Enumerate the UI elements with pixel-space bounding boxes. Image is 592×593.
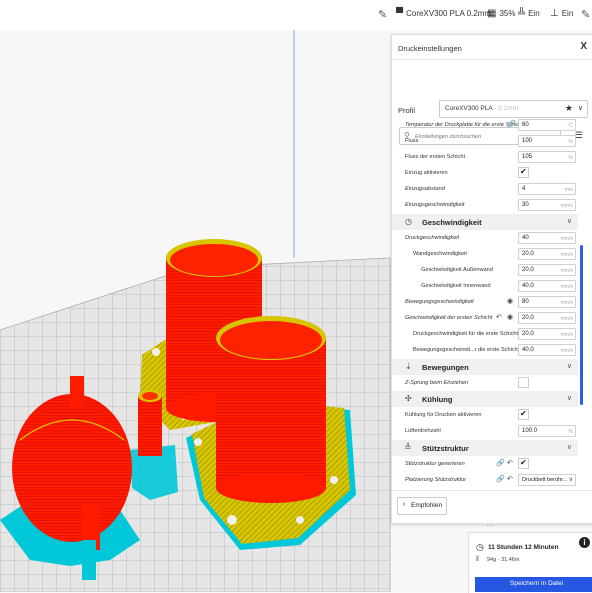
setting-row-print-speed: Druckgeschwindigkeit 40 mm/s (392, 232, 578, 246)
setting-row-wall-speed: Wandgeschwindigkeit 20.0 mm/s (392, 248, 578, 262)
favorite-star-icon[interactable]: ★ (565, 103, 573, 114)
travel-speed-input[interactable]: 80 mm/s (518, 296, 576, 308)
setting-row-travel-speed: Bewegungsgeschwindigkeit ◉ 80 mm/s (392, 296, 578, 310)
infill-icon: ▦ (487, 8, 497, 19)
support-indicator[interactable]: ╩ Ein (518, 8, 540, 19)
chevron-down-icon: ∨ (566, 363, 572, 370)
settings-scrollbar[interactable] (580, 245, 583, 405)
divider (392, 59, 592, 60)
panel-title: Druckeinstellungen (398, 44, 462, 53)
chevron-down-icon: ∨ (566, 444, 572, 451)
setting-row-inner-wall-speed: Geschwindigkeit Innenwand 40.0 mm/s (392, 280, 578, 294)
support-icon: ╩ (518, 8, 526, 19)
wall-speed-input[interactable]: 20.0 mm/s (518, 248, 576, 260)
edit-pencil-icon[interactable]: ✎ (378, 8, 387, 21)
egg-body (12, 394, 132, 542)
print-time: 11 Stunden 12 Minuten (488, 544, 559, 551)
setting-row-first-layer-print-speed: Druckgeschwindigkeit für die erste Schic… (392, 328, 578, 342)
adhesion-icon: ⊥ (550, 8, 559, 19)
setting-row-cooling-enable: Kühlung für Drucken aktivieren (392, 409, 578, 423)
category-support[interactable]: ╩ Stützstruktur ∨ (392, 440, 578, 456)
handle-piece (138, 396, 162, 456)
reset-icon[interactable]: ↶ (507, 459, 513, 467)
setting-row-retraction-enable: Einzug aktivieren (392, 167, 578, 181)
profile-suffix: - 0.2mm (494, 105, 518, 112)
first-layer-print-speed-input[interactable]: 20.0 mm/s (518, 328, 576, 340)
edit-pencil-icon-2[interactable]: ✎ (581, 8, 590, 21)
chevron-down-icon[interactable]: ∨ (578, 104, 583, 112)
setting-row-first-layer-speed: Geschwindigkeit der ersten Schicht ↶ ◉ 2… (392, 312, 578, 326)
speed-gauge-icon: ◷ (405, 217, 412, 226)
category-speed[interactable]: ◷ Geschwindigkeit ∨ (392, 214, 578, 230)
retraction-speed-input[interactable]: 30 mm/s (518, 199, 576, 211)
info-icon[interactable]: i (579, 537, 590, 548)
chevron-down-icon: ∨ (566, 218, 572, 225)
link-icon[interactable]: 🔗 (496, 475, 505, 483)
recommended-button[interactable]: ‹ Empfohlen (397, 497, 447, 515)
fan-icon: ✣ (405, 394, 412, 403)
z-hop-checkbox[interactable] (518, 377, 529, 388)
chevron-down-icon: ∨ (568, 477, 573, 483)
material-usage: 94g · 31.46m (487, 557, 520, 563)
clock-icon: ◷ (476, 542, 484, 552)
printer-selector[interactable]: ▀ CoreXV300 PLA 0.2mm (396, 8, 491, 19)
profile-dropdown[interactable]: CoreXV300 PLA - 0.2mm ★ ∨ (439, 100, 588, 118)
setting-row-fan-speed: Lüfterdrehzahl 100.0% (392, 425, 578, 439)
flow-input[interactable]: 100% (518, 135, 576, 147)
profile-label: Profil (398, 106, 416, 115)
infill-indicator[interactable]: ▦ 35% (487, 8, 515, 19)
fan-speed-input[interactable]: 100.0% (518, 425, 576, 437)
reset-icon[interactable]: ↶ (496, 313, 502, 321)
filament-icon: ‖ (476, 556, 479, 563)
printer-icon: ▀ (396, 8, 404, 19)
reset-icon[interactable]: ↶ (507, 475, 513, 483)
resize-grip-icon[interactable]: ⋯ (486, 521, 494, 530)
close-icon[interactable]: X (580, 41, 587, 52)
support-generate-checkbox[interactable] (518, 458, 529, 469)
printer-name: CoreXV300 PLA 0.2mm (406, 9, 492, 18)
flow-first-layer-input[interactable]: 105% (518, 151, 576, 163)
category-travel[interactable]: ⇣ Bewegungen ∨ (392, 359, 578, 375)
setting-row-support-placement: Platzierung Stützstruktur 🔗 ↶ Druckbett … (392, 474, 578, 488)
travel-icon: ⇣ (405, 362, 412, 371)
outer-wall-speed-input[interactable]: 20.0 mm/s (518, 264, 576, 276)
link-icon[interactable]: 🔗 (507, 120, 516, 128)
setting-row-flow: Fluss 100% (392, 135, 578, 149)
print-speed-input[interactable]: 40 mm/s (518, 232, 576, 244)
divider (392, 490, 592, 491)
info-icon[interactable]: ◉ (507, 297, 513, 305)
retraction-checkbox[interactable] (518, 167, 529, 178)
save-to-file-button[interactable]: Speichern in Datei (475, 577, 592, 592)
setting-row-z-hop: Z-Sprung beim Einziehen (392, 377, 578, 391)
inner-wall-speed-input[interactable]: 40.0 mm/s (518, 280, 576, 292)
retraction-distance-input[interactable]: 4 mm (518, 183, 576, 195)
first-layer-travel-speed-input[interactable]: 40.0 mm/s (518, 344, 576, 356)
adhesion-indicator[interactable]: ⊥ Ein (550, 8, 573, 19)
chevron-down-icon: ∨ (566, 395, 572, 402)
profile-name: CoreXV300 PLA (445, 105, 493, 112)
egg-spout (70, 376, 84, 408)
chevron-left-icon: ‹ (403, 501, 406, 508)
right-cup-body (216, 338, 326, 488)
setting-row-support-generate: Stützstruktur generieren 🔗 ↶ (392, 458, 578, 472)
setting-row-retraction-speed: Einzugsgeschwindigkeit 30 mm/s (392, 199, 578, 213)
info-icon[interactable]: ◉ (507, 313, 513, 321)
bed-temp-input[interactable]: 60 °C (518, 119, 576, 131)
first-layer-speed-input[interactable]: 20.0 mm/s (518, 312, 576, 324)
setting-row-first-layer-travel-speed: Bewegungsgeschwindi...r die erste Schich… (392, 344, 578, 358)
top-toolbar: ✎ ▀ CoreXV300 PLA 0.2mm ▦ 35% ╩ Ein ⊥ Ei… (0, 0, 592, 31)
category-cooling[interactable]: ✣ Kühlung ∨ (392, 391, 578, 407)
setting-row-bed-temp-first-layer: Temperatur der Druckplatte für die erste… (392, 119, 578, 133)
cooling-checkbox[interactable] (518, 409, 529, 420)
support-structure-icon: ╩ (405, 443, 411, 452)
setting-row-retraction-distance: Einzugsabstand 4 mm (392, 183, 578, 197)
support-placement-dropdown[interactable]: Druckbett berühr... ∨ (518, 474, 576, 486)
setting-row-flow-first-layer: Fluss der ersten Schicht 105% (392, 151, 578, 165)
link-icon[interactable]: 🔗 (496, 459, 505, 467)
setting-row-outer-wall-speed: Geschwindigkeit Außenwand 20.0 mm/s (392, 264, 578, 278)
